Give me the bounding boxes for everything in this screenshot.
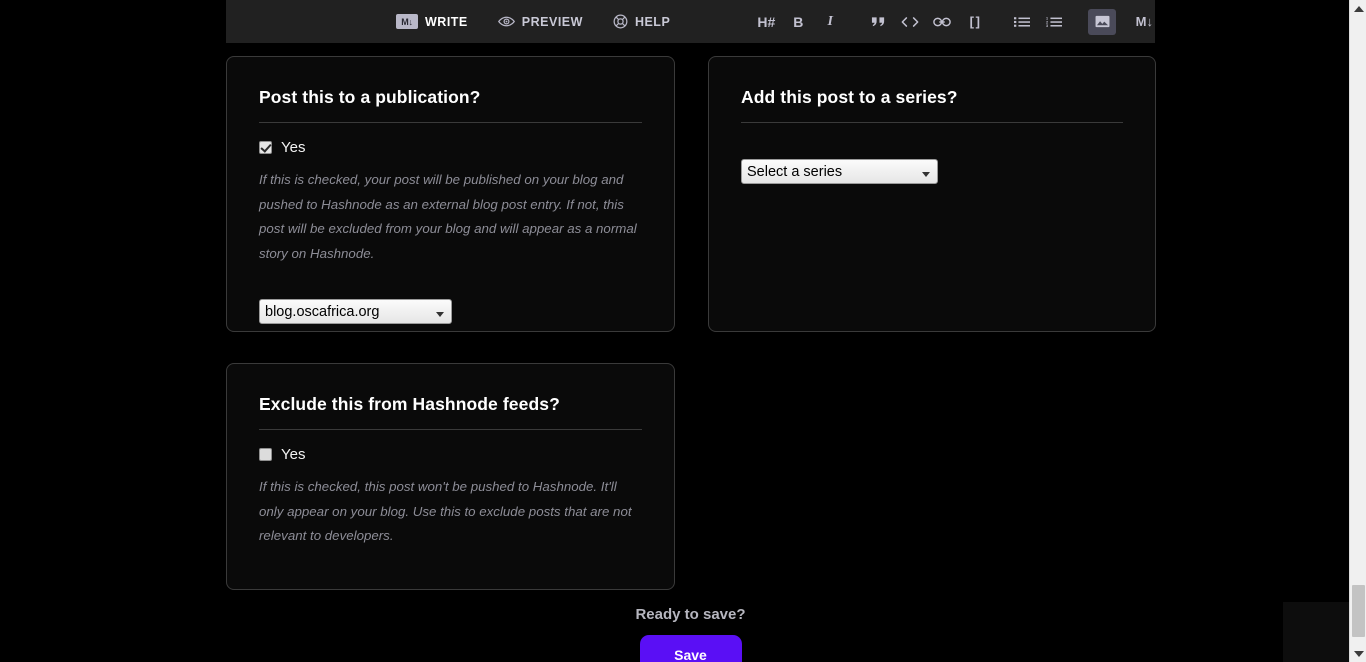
brackets-icon[interactable]: [ ] bbox=[960, 9, 988, 35]
tab-preview[interactable]: PREVIEW bbox=[497, 14, 583, 29]
feeds-help-text: If this is checked, this post won't be p… bbox=[259, 479, 632, 543]
scrollbar-thumb[interactable] bbox=[1352, 585, 1365, 637]
unordered-list-icon[interactable] bbox=[1008, 9, 1036, 35]
ordered-list-icon[interactable]: 1 2 3 bbox=[1040, 9, 1068, 35]
series-select-wrapper: Select a series bbox=[741, 139, 938, 184]
lifebuoy-icon bbox=[613, 14, 628, 29]
publication-card-body: Yes If this is checked, your post will b… bbox=[227, 123, 674, 325]
feeds-yes-label: Yes bbox=[281, 446, 306, 463]
save-button[interactable]: Save bbox=[639, 635, 742, 662]
save-footer: Ready to save? Save bbox=[226, 606, 1155, 662]
markdown-icon[interactable]: M↓ bbox=[1130, 9, 1158, 35]
editor-mode-tabs: M↓ WRITE PREVIEW HELP bbox=[396, 14, 670, 29]
series-card-body: Select a series bbox=[709, 123, 1155, 184]
link-icon[interactable] bbox=[928, 9, 956, 35]
tab-help-label: HELP bbox=[634, 14, 671, 29]
code-icon[interactable] bbox=[896, 9, 924, 35]
formatting-toolbar: H# B I [ ] 1 2 3 M↓ bbox=[752, 8, 1162, 35]
svg-text:3: 3 bbox=[1046, 24, 1048, 28]
series-card: Add this post to a series? Select a seri… bbox=[708, 56, 1156, 332]
publication-select[interactable]: blog.oscafrica.org bbox=[259, 299, 452, 325]
editor-page: M↓ WRITE PREVIEW HELP H# B I [] 1 2 3 M… bbox=[0, 0, 1366, 662]
tab-write[interactable]: M↓ WRITE bbox=[396, 14, 468, 29]
series-select[interactable]: Select a series bbox=[741, 159, 938, 184]
tab-help[interactable]: HELP bbox=[613, 14, 670, 29]
vertical-scrollbar[interactable] bbox=[1349, 0, 1366, 662]
markdown-badge-icon: M↓ bbox=[396, 14, 418, 29]
publication-select-wrapper: blog.oscafrica.org bbox=[259, 279, 452, 325]
bold-icon[interactable]: B bbox=[784, 9, 812, 35]
tab-write-label: WRITE bbox=[425, 14, 468, 29]
publication-card-title: Post this to a publication? bbox=[259, 87, 481, 107]
image-icon[interactable] bbox=[1088, 8, 1117, 35]
scroll-up-arrow-icon[interactable] bbox=[1350, 0, 1366, 17]
feeds-card-title: Exclude this from Hashnode feeds? bbox=[259, 394, 560, 414]
ready-to-save-text: Ready to save? bbox=[635, 606, 746, 623]
tab-preview-label: PREVIEW bbox=[521, 14, 583, 29]
italic-icon[interactable]: I bbox=[816, 9, 844, 35]
scroll-down-arrow-icon[interactable] bbox=[1350, 645, 1366, 662]
page-bottom-strip bbox=[1283, 602, 1349, 662]
publication-help-text: If this is checked, your post will be pu… bbox=[259, 172, 637, 261]
feeds-yes-checkbox[interactable] bbox=[259, 448, 272, 461]
feeds-card: Exclude this from Hashnode feeds? Yes If… bbox=[226, 363, 675, 590]
publication-card: Post this to a publication? Yes If this … bbox=[226, 56, 675, 332]
editor-toolbar: M↓ WRITE PREVIEW HELP H# B I [] 1 2 3 M… bbox=[226, 0, 1155, 43]
feeds-checkbox-row[interactable]: Yes bbox=[259, 446, 642, 463]
eye-icon bbox=[497, 15, 515, 28]
publication-checkbox-row[interactable]: Yes bbox=[259, 139, 642, 156]
heading-icon[interactable]: H# bbox=[752, 9, 780, 35]
series-card-title: Add this post to a series? bbox=[741, 87, 958, 107]
feeds-card-body: Yes If this is checked, this post won't … bbox=[227, 430, 674, 549]
publication-yes-checkbox[interactable] bbox=[259, 141, 272, 154]
quote-icon[interactable] bbox=[864, 9, 892, 35]
publication-yes-label: Yes bbox=[281, 139, 306, 156]
